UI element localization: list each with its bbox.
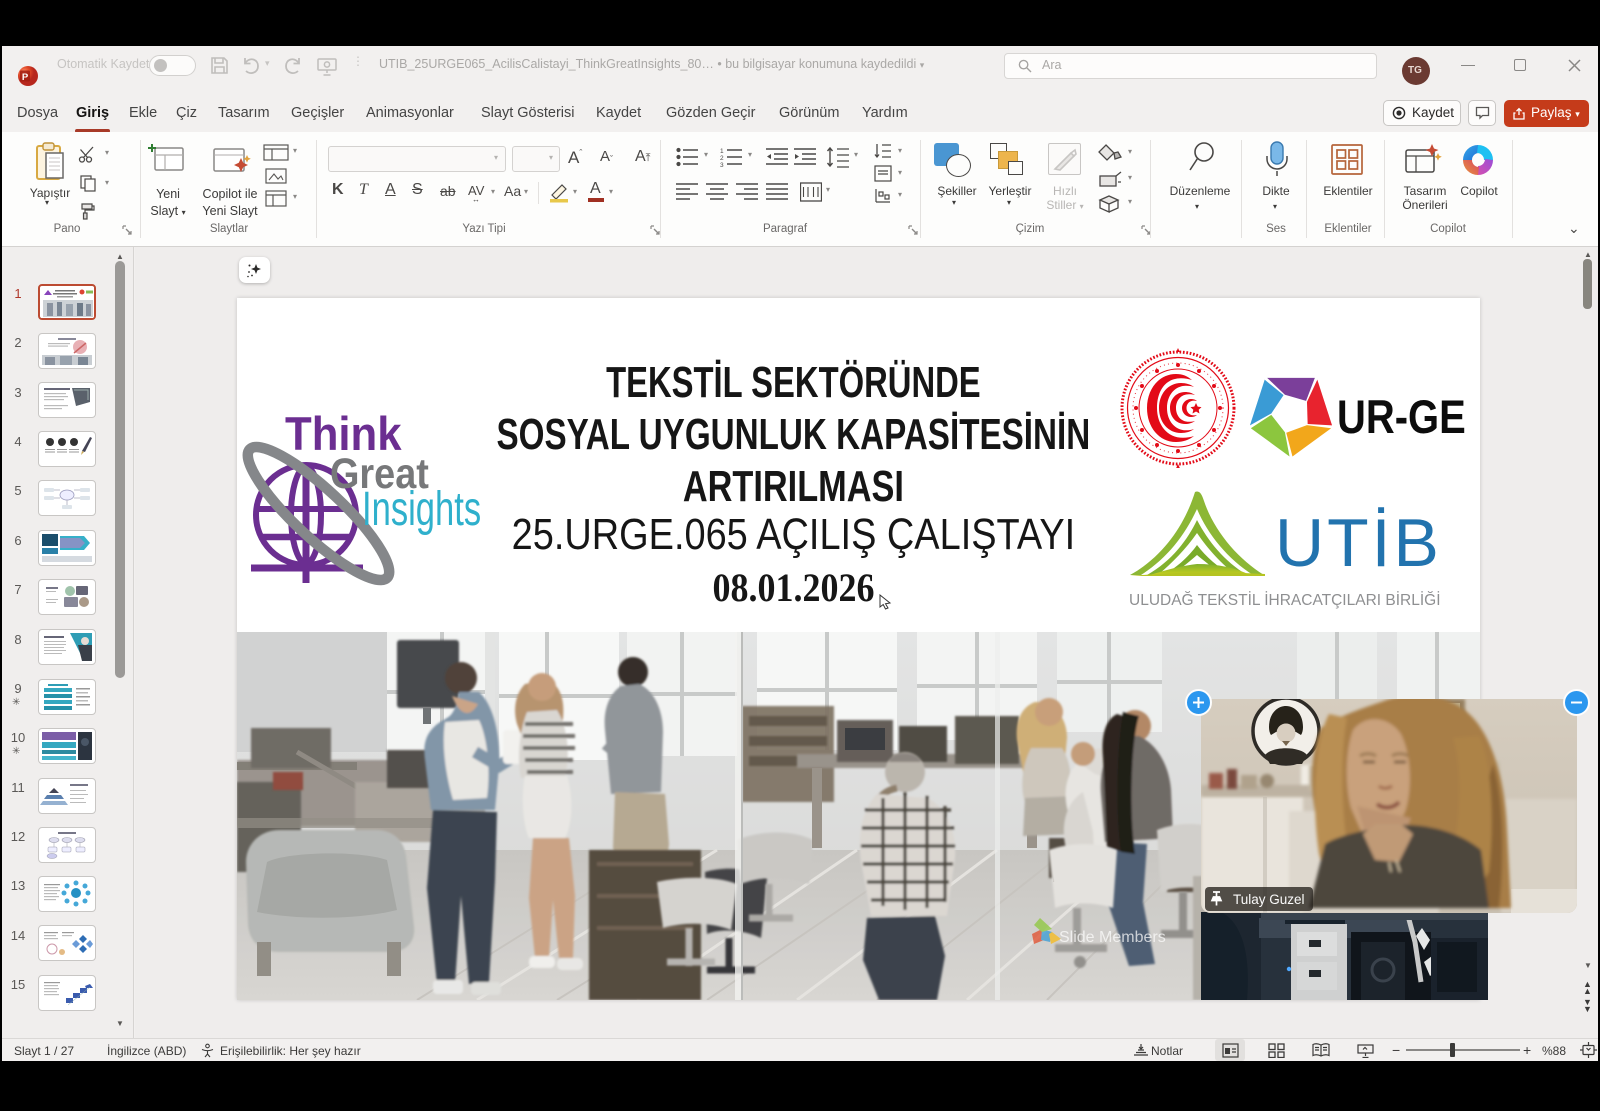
- svg-text:2: 2: [720, 155, 724, 162]
- svg-text:1: 1: [720, 148, 724, 155]
- svg-text:P: P: [22, 72, 29, 83]
- svg-text:3: 3: [720, 162, 724, 167]
- svg-text:Tulay Guzel: Tulay Guzel: [1233, 892, 1305, 907]
